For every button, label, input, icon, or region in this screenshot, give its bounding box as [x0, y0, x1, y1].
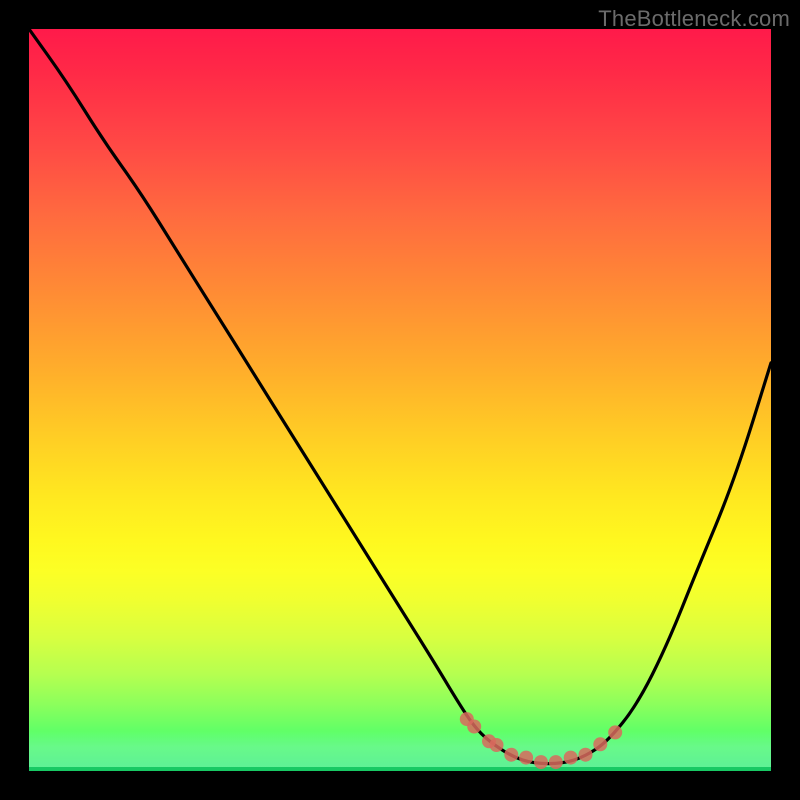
watermark-text: TheBottleneck.com	[598, 6, 790, 32]
valley-dot	[519, 751, 533, 765]
valley-dot	[534, 755, 548, 769]
valley-dot	[608, 725, 622, 739]
valley-dot	[504, 748, 518, 762]
curve-layer	[29, 29, 771, 771]
valley-dot	[490, 738, 504, 752]
bottleneck-curve-group	[29, 29, 771, 769]
bottleneck-curve	[29, 29, 771, 764]
plot-area	[29, 29, 771, 771]
valley-dot	[593, 737, 607, 751]
chart-frame: TheBottleneck.com	[0, 0, 800, 800]
valley-dot	[549, 755, 563, 769]
valley-dots	[460, 712, 622, 769]
valley-dot	[467, 720, 481, 734]
valley-dot	[579, 748, 593, 762]
valley-dot	[564, 751, 578, 765]
